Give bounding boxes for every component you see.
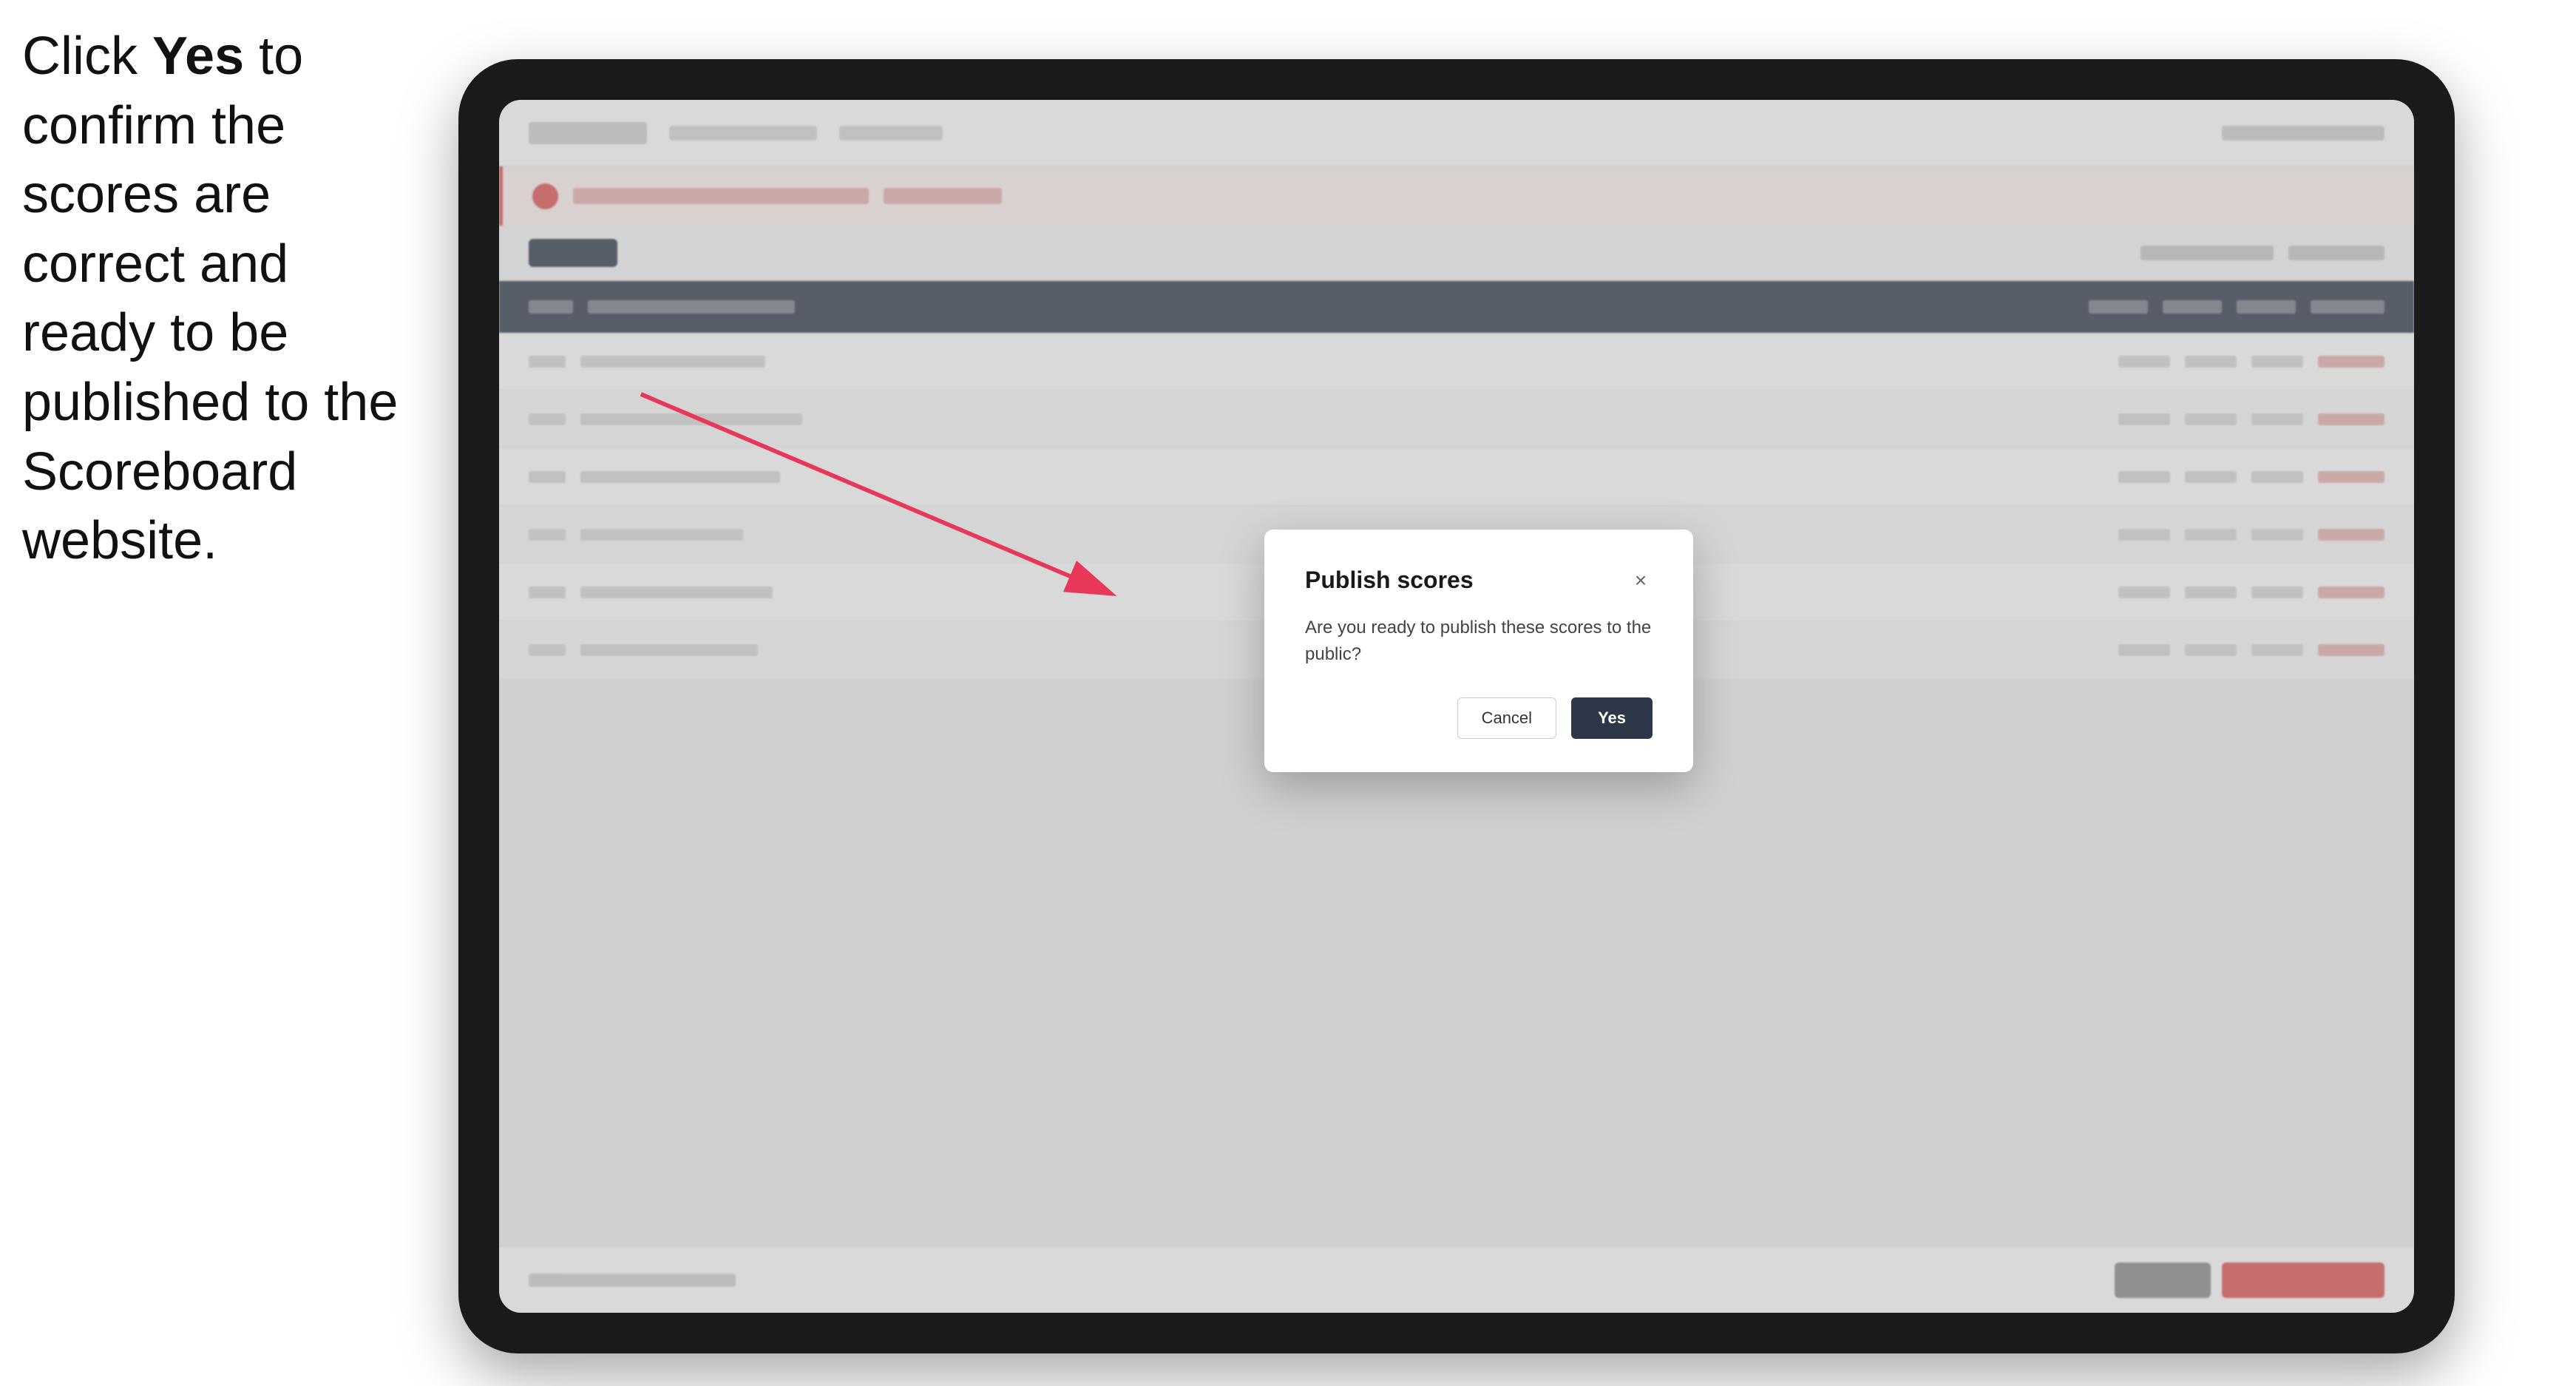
yes-button[interactable]: Yes (1571, 697, 1653, 739)
dialog-title: Publish scores (1305, 567, 1474, 594)
instruction-part2: to confirm the scores are correct and re… (22, 27, 398, 570)
dialog-body-text: Are you ready to publish these scores to… (1305, 615, 1653, 668)
publish-scores-dialog: Publish scores × Are you ready to publis… (1264, 530, 1693, 772)
dialog-overlay: Publish scores × Are you ready to publis… (499, 100, 2414, 1313)
dialog-close-button[interactable]: × (1629, 569, 1653, 592)
dialog-header: Publish scores × (1305, 567, 1653, 594)
dialog-footer: Cancel Yes (1305, 697, 1653, 739)
instruction-part1: Click (22, 27, 152, 86)
cancel-button[interactable]: Cancel (1457, 697, 1556, 739)
tablet-device: Publish scores × Are you ready to publis… (458, 59, 2455, 1353)
instruction-text: Click Yes to confirm the scores are corr… (22, 22, 407, 576)
instruction-bold: Yes (152, 27, 244, 86)
tablet-screen: Publish scores × Are you ready to publis… (499, 100, 2414, 1313)
